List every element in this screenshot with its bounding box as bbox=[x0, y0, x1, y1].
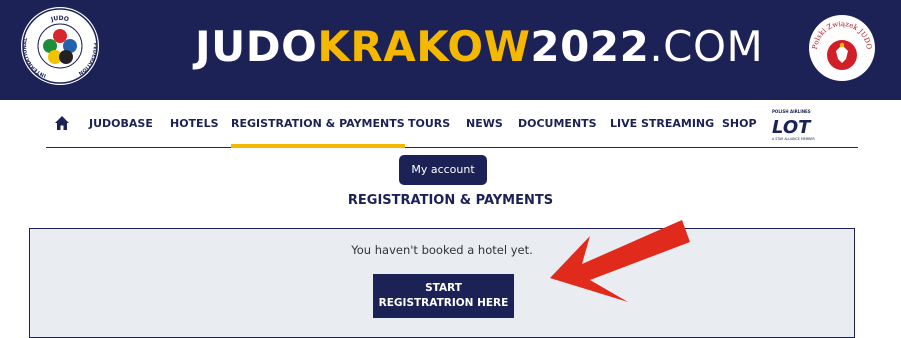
nav-item-shop[interactable]: SHOP bbox=[722, 100, 757, 147]
start-button-line-2: REGISTRATRION HERE bbox=[378, 297, 509, 309]
start-registration-button[interactable]: START REGISTRATRION HERE bbox=[373, 274, 514, 318]
svg-text:POLISH AIRLINES: POLISH AIRLINES bbox=[772, 109, 811, 114]
home-icon[interactable] bbox=[54, 115, 70, 131]
nav-item-hotels[interactable]: HOTELS bbox=[170, 100, 219, 147]
start-button-line-1: START bbox=[425, 282, 462, 294]
my-account-button[interactable]: My account bbox=[399, 155, 487, 185]
nav-item-documents[interactable]: DOCUMENTS bbox=[518, 100, 597, 147]
hotel-booking-panel: You haven't booked a hotel yet. START RE… bbox=[29, 228, 855, 338]
nav-item-registration-payments[interactable]: REGISTRATION & PAYMENTS bbox=[231, 100, 405, 148]
nav-item-judobase[interactable]: JUDOBASE bbox=[89, 100, 153, 147]
page-title: REGISTRATION & PAYMENTS bbox=[347, 193, 554, 208]
nav-item-news[interactable]: NEWS bbox=[466, 100, 503, 147]
no-hotel-message: You haven't booked a hotel yet. bbox=[351, 243, 533, 257]
site-header: JUDO INTERNATIONAL FEDERATION JUDOKRAKOW… bbox=[0, 0, 901, 100]
svg-text:LOT: LOT bbox=[772, 117, 812, 138]
site-title[interactable]: JUDOKRAKOW2022.COM bbox=[195, 20, 763, 74]
nav-item-tours[interactable]: TOURS bbox=[408, 100, 450, 147]
red-arrow-icon bbox=[550, 220, 690, 302]
nav-item-live-streaming[interactable]: LIVE STREAMING bbox=[610, 100, 714, 147]
ijf-logo[interactable]: JUDO INTERNATIONAL FEDERATION bbox=[20, 6, 100, 86]
main-nav: JUDOBASE HOTELS REGISTRATION & PAYMENTS … bbox=[46, 100, 858, 148]
lot-logo[interactable]: POLISH AIRLINES LOT A STAR ALLIANCE MEMB… bbox=[770, 108, 832, 142]
pzj-logo[interactable]: Polski Związek JUDO bbox=[807, 13, 877, 83]
svg-text:A STAR ALLIANCE MEMBER: A STAR ALLIANCE MEMBER bbox=[772, 137, 816, 141]
